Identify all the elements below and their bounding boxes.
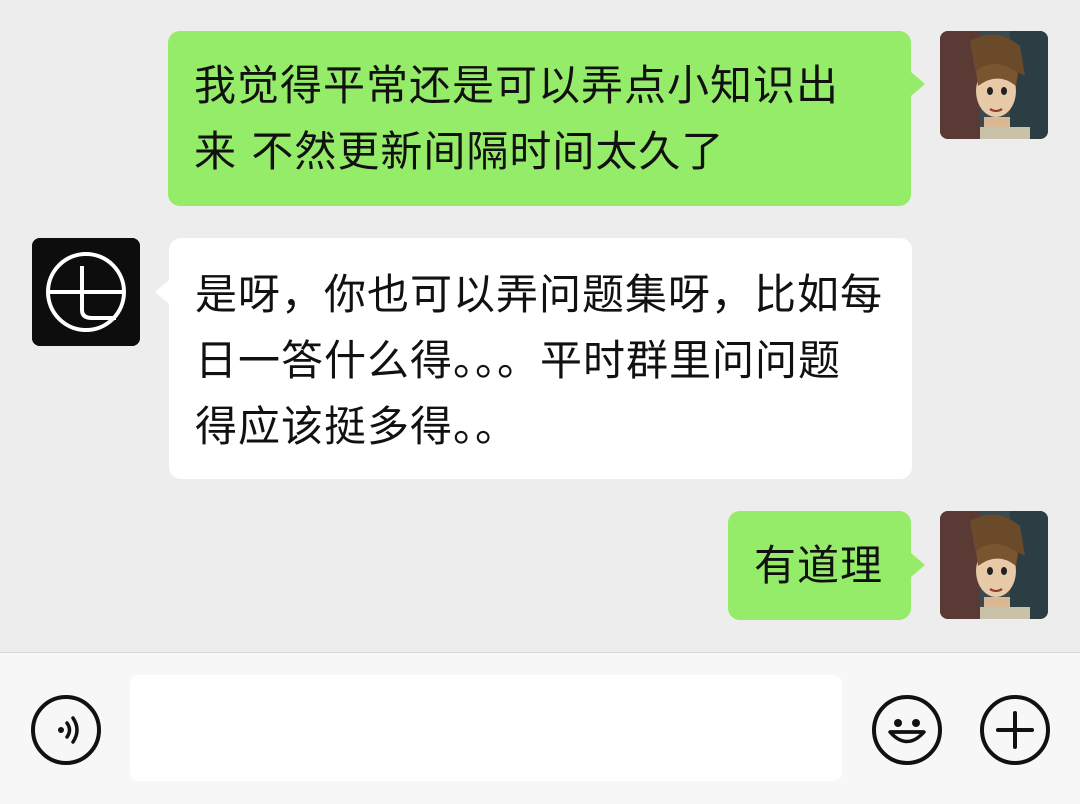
message-text-line: 得应该挺多得。。 — [195, 402, 519, 451]
chat-message-list[interactable]: 我觉得平常还是可以弄点小知识出 来 不然更新间隔时间太久了 是呀，你也可以弄问题… — [0, 0, 1080, 652]
voice-icon — [58, 716, 79, 744]
plus-icon — [996, 711, 1034, 749]
avatar-image — [940, 31, 1048, 139]
message-text-line: 有道理 — [754, 541, 884, 590]
my-avatar[interactable] — [940, 511, 1048, 619]
bubble-tail — [911, 72, 925, 96]
bubble-tail — [155, 280, 169, 304]
contact-logo-icon — [32, 238, 140, 346]
message-input[interactable] — [130, 675, 842, 781]
avatar-image — [940, 511, 1048, 619]
bubble-tail — [911, 553, 925, 577]
message-bubble-sent[interactable]: 有道理 — [728, 511, 911, 620]
message-text-line: 我觉得平常还是可以弄点小知识出 — [194, 61, 840, 110]
emoji-icon — [888, 719, 926, 744]
my-avatar[interactable] — [940, 31, 1048, 139]
message-text-line: 是呀，你也可以弄问题集呀，比如每 — [195, 270, 884, 319]
message-text-line: 来 不然更新间隔时间太久了 — [194, 127, 725, 176]
emoji-button[interactable] — [872, 695, 942, 765]
message-bubble-sent[interactable]: 我觉得平常还是可以弄点小知识出 来 不然更新间隔时间太久了 — [168, 31, 911, 206]
add-button[interactable] — [980, 695, 1050, 765]
input-bar — [0, 652, 1080, 804]
voice-button[interactable] — [31, 695, 101, 765]
message-text-line: 日一答什么得。。。平时群里问问题 — [195, 336, 842, 385]
message-bubble-received[interactable]: 是呀，你也可以弄问题集呀，比如每 日一答什么得。。。平时群里问问题 得应该挺多得… — [169, 238, 912, 479]
contact-avatar[interactable] — [32, 238, 140, 346]
